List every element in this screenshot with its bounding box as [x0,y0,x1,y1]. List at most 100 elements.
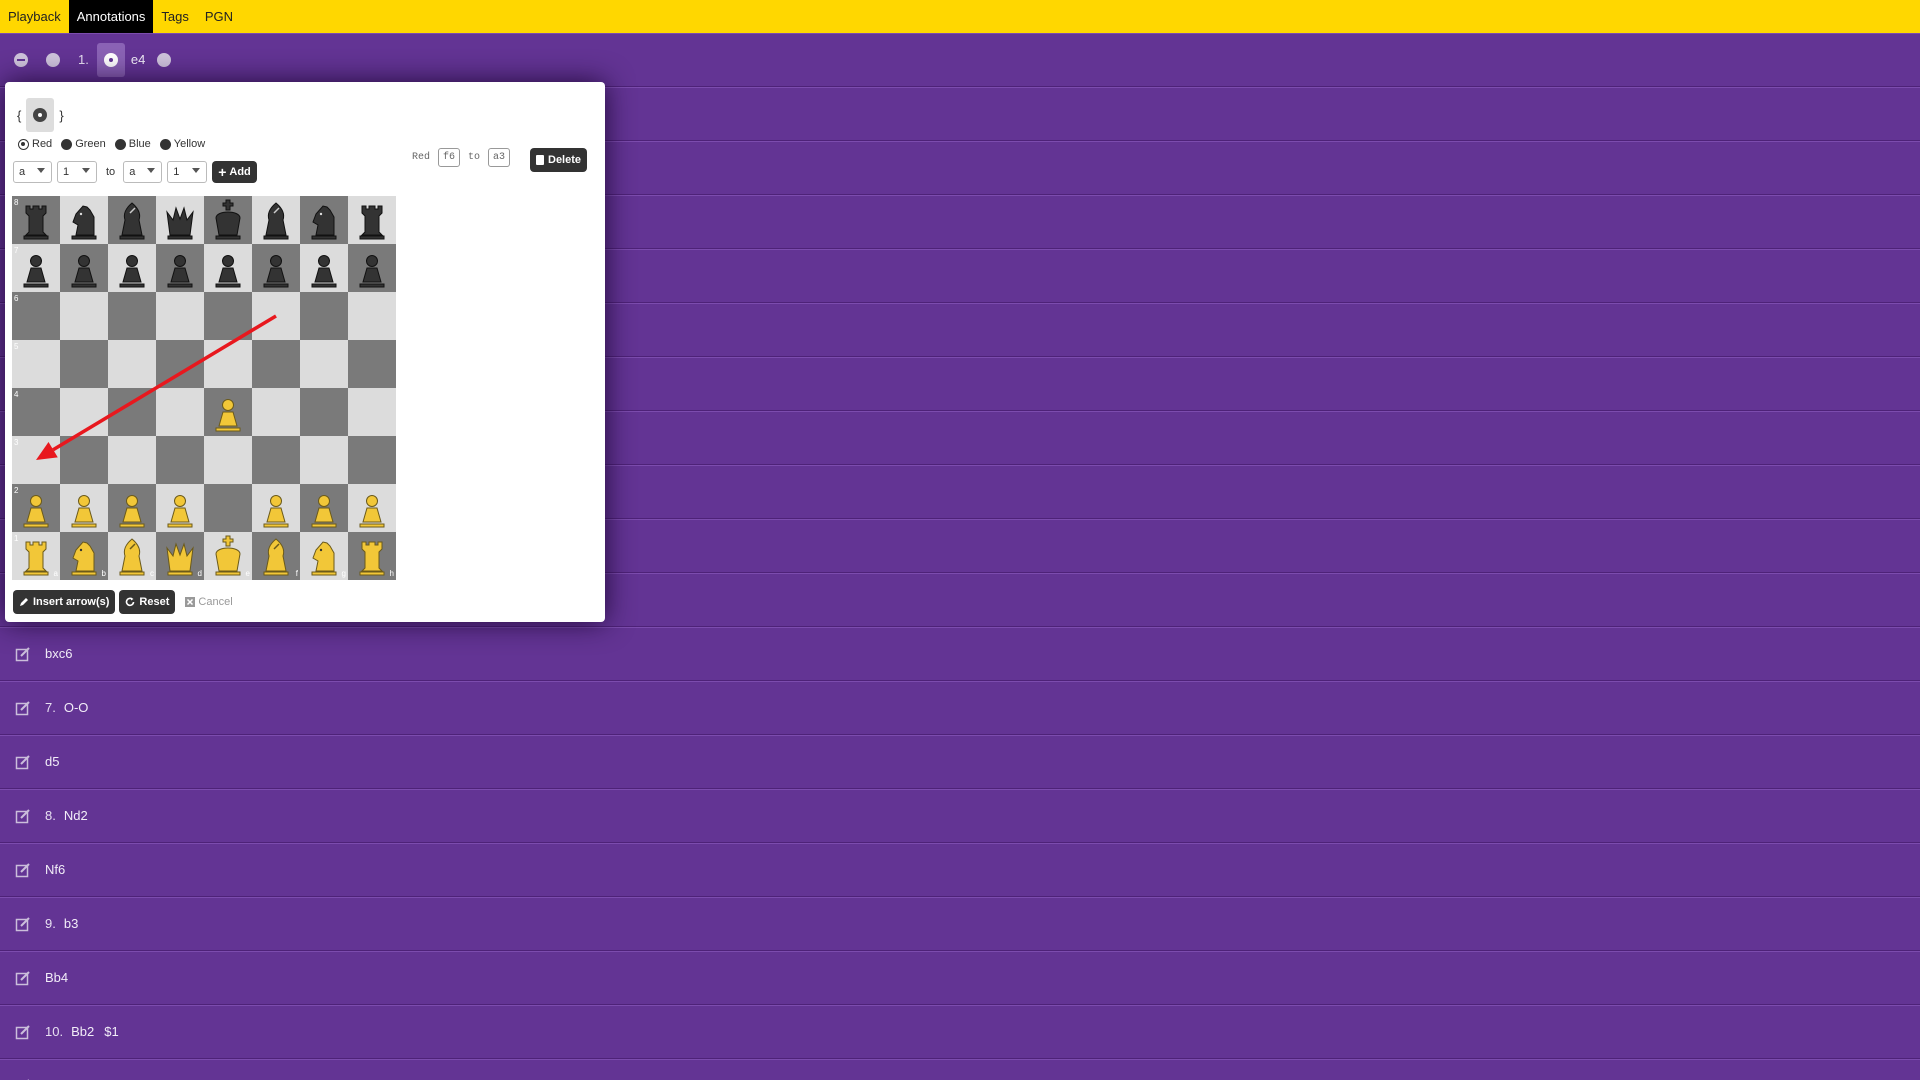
edit-icon[interactable] [14,645,32,663]
square-b7[interactable] [60,244,108,292]
collapse-icon[interactable] [14,52,28,67]
square-e4[interactable] [204,388,252,436]
square-d1[interactable]: d [156,532,204,580]
square-g3[interactable] [300,436,348,484]
square-c4[interactable] [108,388,156,436]
square-c1[interactable]: c [108,532,156,580]
square-a7[interactable]: 7 [12,244,60,292]
square-b3[interactable] [60,436,108,484]
square-b5[interactable] [60,340,108,388]
square-e7[interactable] [204,244,252,292]
square-a1[interactable]: 1a [12,532,60,580]
square-a2[interactable]: 2 [12,484,60,532]
nav-tab-tags[interactable]: Tags [153,0,196,33]
square-c8[interactable] [108,196,156,244]
square-c7[interactable] [108,244,156,292]
move-san[interactable]: d5 [45,754,59,769]
move-san[interactable]: b3 [64,916,78,931]
square-h6[interactable] [348,292,396,340]
square-c5[interactable] [108,340,156,388]
reset-button[interactable]: Reset [119,590,176,614]
square-h2[interactable] [348,484,396,532]
square-e6[interactable] [204,292,252,340]
square-h1[interactable]: h [348,532,396,580]
edit-icon[interactable] [14,807,32,825]
square-f6[interactable] [252,292,300,340]
delete-arrow-button[interactable]: Delete [530,148,588,172]
square-d3[interactable] [156,436,204,484]
square-g6[interactable] [300,292,348,340]
square-c3[interactable] [108,436,156,484]
nav-tab-playback[interactable]: Playback [0,0,69,33]
square-a5[interactable]: 5 [12,340,60,388]
square-d8[interactable] [156,196,204,244]
nav-tab-annotations[interactable]: Annotations [68,0,154,33]
square-e1[interactable]: e [204,532,252,580]
comment-after-icon[interactable] [157,52,172,67]
square-b8[interactable] [60,196,108,244]
square-d2[interactable] [156,484,204,532]
edit-icon[interactable] [14,969,32,987]
square-d4[interactable] [156,388,204,436]
square-g7[interactable] [300,244,348,292]
square-f2[interactable] [252,484,300,532]
square-e5[interactable] [204,340,252,388]
move-san[interactable]: Nd2 [64,808,88,823]
edit-icon[interactable] [14,861,32,879]
square-d6[interactable] [156,292,204,340]
square-g2[interactable] [300,484,348,532]
edit-icon[interactable] [14,1023,32,1041]
insert-arrows-button[interactable]: Insert arrow(s) [13,590,116,614]
square-e3[interactable] [204,436,252,484]
color-radio-blue[interactable]: Blue [114,138,151,150]
square-h8[interactable] [348,196,396,244]
square-f1[interactable]: f [252,532,300,580]
square-g8[interactable] [300,196,348,244]
move-san[interactable]: Bb2 [71,1024,94,1039]
square-h3[interactable] [348,436,396,484]
arrow-annotation-button[interactable] [96,42,125,77]
cancel-button[interactable]: Cancel [185,596,233,608]
comment-before-icon[interactable] [46,52,60,67]
to-rank-select[interactable]: 1 [167,161,208,183]
square-a6[interactable]: 6 [12,292,60,340]
square-e2[interactable] [204,484,252,532]
to-file-select[interactable]: a [123,161,163,183]
square-h4[interactable] [348,388,396,436]
move-san[interactable]: bxc6 [45,646,72,661]
square-c6[interactable] [108,292,156,340]
color-radio-yellow[interactable]: Yellow [159,138,205,150]
square-f3[interactable] [252,436,300,484]
square-g1[interactable]: g [300,532,348,580]
square-d5[interactable] [156,340,204,388]
square-f8[interactable] [252,196,300,244]
square-f5[interactable] [252,340,300,388]
square-c2[interactable] [108,484,156,532]
square-a8[interactable]: 8 [12,196,60,244]
add-arrow-button[interactable]: + Add [212,161,257,183]
square-b2[interactable] [60,484,108,532]
square-f7[interactable] [252,244,300,292]
square-b1[interactable]: b [60,532,108,580]
square-a4[interactable]: 4 [12,388,60,436]
square-d7[interactable] [156,244,204,292]
nav-tab-pgn[interactable]: PGN [197,0,241,33]
color-radio-green[interactable]: Green [61,138,106,150]
square-e8[interactable] [204,196,252,244]
arrow-annotation-token[interactable] [26,98,55,132]
edit-icon[interactable] [14,699,32,717]
from-file-select[interactable]: a [13,161,52,183]
move-san[interactable]: Nf6 [45,862,65,877]
edit-icon[interactable] [14,753,32,771]
edit-icon[interactable] [14,1077,32,1080]
square-b6[interactable] [60,292,108,340]
square-h7[interactable] [348,244,396,292]
square-g4[interactable] [300,388,348,436]
move-san[interactable]: Bb4 [45,970,68,985]
move-san[interactable]: e4 [131,52,145,67]
color-radio-red[interactable]: Red [18,138,52,150]
square-h5[interactable] [348,340,396,388]
square-f4[interactable] [252,388,300,436]
square-a3[interactable]: 3 [12,436,60,484]
from-rank-select[interactable]: 1 [57,161,97,183]
